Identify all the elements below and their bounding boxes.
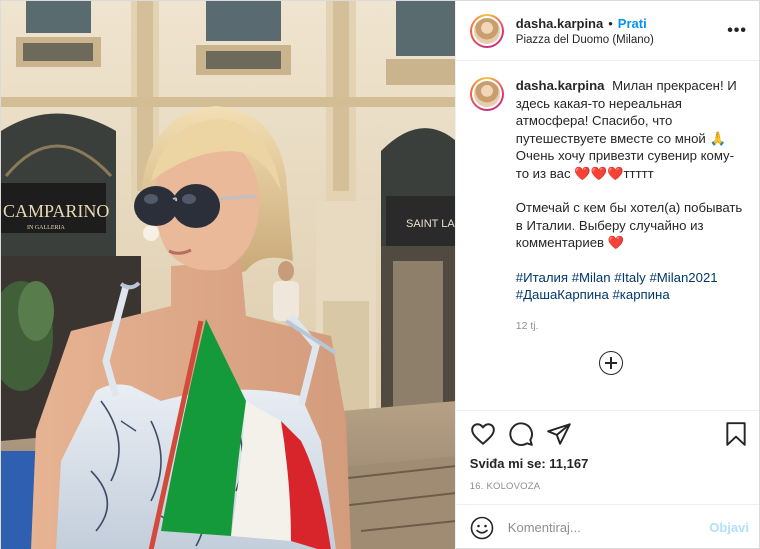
comments-section: dasha.karpina Милан прекрасен! И здесь к… [456, 61, 759, 410]
comment-box: Objavi [455, 504, 759, 549]
sign-camparino: CAMPARINO [3, 201, 109, 221]
sign-saint-laurent: SAINT LAU [406, 218, 455, 230]
bookmark-icon[interactable] [723, 421, 749, 447]
hashtags-line-2: #ДашаКарпина #карпина [516, 286, 747, 304]
location-link[interactable]: Piazza del Duomo (Milano) [516, 34, 727, 46]
post-photo[interactable]: CAMPARINO IN GALLERIA SAINT LAU [1, 1, 455, 549]
header-username[interactable]: dasha.karpina [516, 16, 603, 31]
heart-emoji-group: ❤️❤️❤️ [574, 165, 624, 181]
post-details-panel: dasha.karpina • Prati Piazza del Duomo (… [454, 1, 759, 549]
post-header: dasha.karpina • Prati Piazza del Duomo (… [455, 1, 759, 61]
likes-count[interactable]: Sviđa mi se: 11,167 [456, 456, 759, 476]
follow-button[interactable]: Prati [618, 16, 647, 31]
separator-dot: • [608, 15, 613, 31]
post-date: 16. KOLOVOZA [469, 481, 541, 492]
caption-row: dasha.karpina Милан прекрасен! И здесь к… [469, 77, 747, 335]
time-ago: 12 tj. [515, 319, 539, 332]
comment-input[interactable] [507, 520, 710, 535]
load-more-comments-icon[interactable] [598, 351, 623, 375]
hashtag-link[interactable]: #Milan [572, 270, 611, 285]
comment-icon[interactable] [508, 421, 534, 447]
hashtag-link[interactable]: #карпина [612, 287, 669, 302]
avatar[interactable] [469, 13, 504, 48]
hashtag-link[interactable]: #Италия [516, 270, 568, 285]
avatar-image [473, 17, 500, 44]
caption-line-2-suffix: ттттт [623, 165, 654, 181]
caption-username[interactable]: dasha.karpina [516, 78, 605, 93]
post-image: CAMPARINO IN GALLERIA SAINT LAU [1, 1, 455, 549]
hashtags-line-1: #Италия #Milan #Italy #Milan2021 [516, 269, 747, 287]
hashtag-link[interactable]: #Italy [614, 270, 646, 285]
heart-emoji: ❤️ [607, 235, 625, 250]
caption-avatar[interactable] [469, 77, 504, 111]
emoji-icon[interactable] [470, 516, 494, 540]
action-bar [455, 410, 759, 456]
instagram-post: CAMPARINO IN GALLERIA SAINT LAU [0, 0, 760, 549]
avatar-image [473, 81, 500, 107]
share-icon[interactable] [546, 421, 572, 447]
hashtag-link[interactable]: #Milan2021 [649, 270, 717, 285]
caption-line-3: Отмечай с кем бы хотел(а) побывать в Ита… [515, 200, 743, 250]
post-comment-button[interactable]: Objavi [709, 520, 749, 535]
heart-icon[interactable] [470, 421, 496, 447]
caption-text: dasha.karpina Милан прекрасен! И здесь к… [516, 77, 747, 335]
hashtag-link[interactable]: #ДашаКарпина [516, 287, 609, 302]
sign-camparino-sub: IN GALLERIA [27, 225, 65, 231]
more-options-icon[interactable]: ••• [727, 22, 747, 40]
